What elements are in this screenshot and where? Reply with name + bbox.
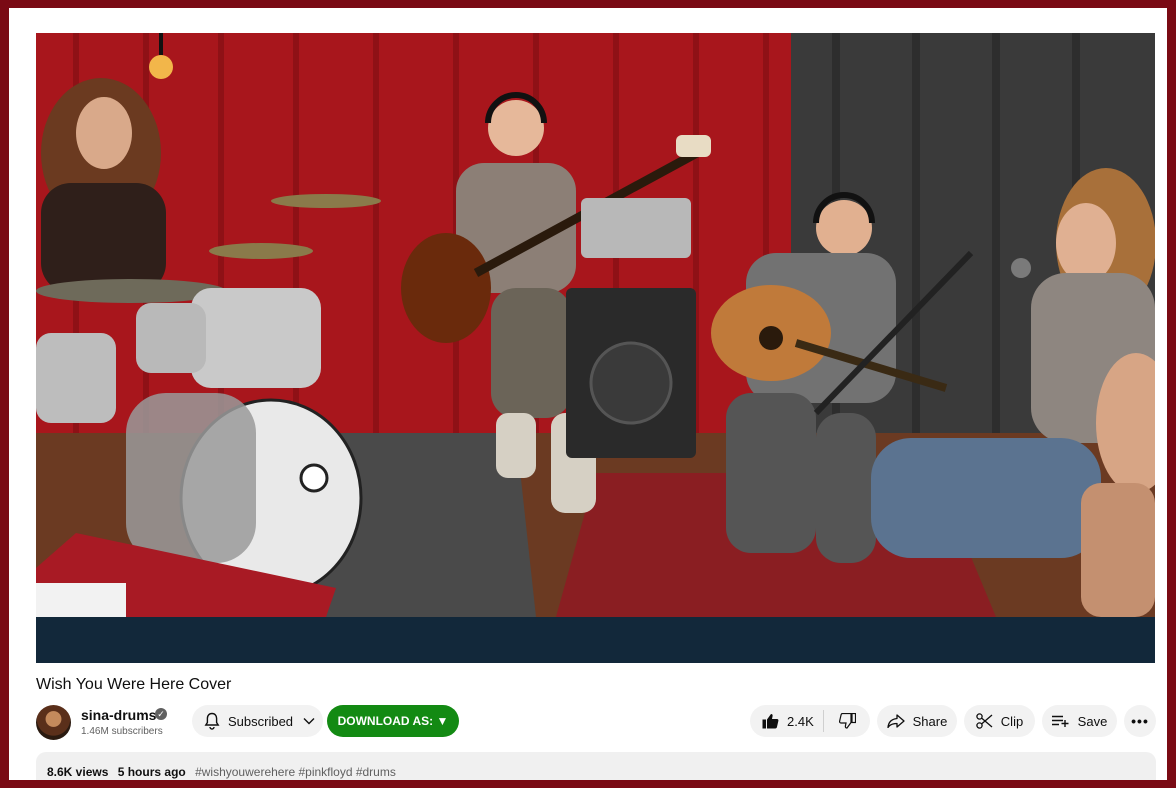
page: Wish You Were Here Cover sina-drums ✓ 1.… xyxy=(9,8,1167,780)
hashtags[interactable]: #wishyouwerehere #pinkfloyd #drums xyxy=(195,765,396,779)
upload-time: 5 hours ago xyxy=(117,765,186,779)
scissors-icon xyxy=(976,713,993,729)
like-button[interactable]: 2.4K xyxy=(750,713,823,729)
thumbs-up-icon xyxy=(762,713,779,729)
video-player[interactable] xyxy=(36,33,1155,663)
like-dislike-bar: 2.4K xyxy=(750,705,870,737)
view-count: 8.6K views xyxy=(47,765,109,779)
channel-avatar[interactable] xyxy=(36,705,71,740)
bell-icon xyxy=(204,712,220,730)
share-label: Share xyxy=(912,713,948,729)
channel-row: sina-drums ✓ 1.46M subscribers Subscribe… xyxy=(36,705,1156,741)
clip-button[interactable]: Clip xyxy=(964,705,1035,737)
playlist-add-icon xyxy=(1051,715,1070,727)
clip-label: Clip xyxy=(1000,713,1024,729)
share-button[interactable]: Share xyxy=(877,705,957,737)
video-bottom-bar xyxy=(36,617,1155,663)
save-button[interactable]: Save xyxy=(1042,705,1117,737)
video-title: Wish You Were Here Cover xyxy=(36,676,232,693)
download-button[interactable]: DOWNLOAD AS: ▼ xyxy=(327,705,459,737)
dislike-button[interactable] xyxy=(824,713,870,729)
subscribed-label: Subscribed xyxy=(228,713,294,729)
description-box[interactable]: 8.6K views 5 hours ago #wishyouwerehere … xyxy=(36,752,1156,780)
subscriber-count: 1.46M subscribers xyxy=(81,726,163,737)
share-icon xyxy=(886,714,905,728)
save-label: Save xyxy=(1077,713,1108,729)
subscribed-button[interactable]: Subscribed xyxy=(192,705,323,737)
like-count: 2.4K xyxy=(787,713,814,729)
channel-name[interactable]: sina-drums xyxy=(81,707,156,723)
thumbs-down-icon xyxy=(838,713,856,729)
verified-icon: ✓ xyxy=(155,708,167,720)
more-icon[interactable]: ••• xyxy=(1124,705,1156,737)
video-frame xyxy=(36,33,1155,617)
chevron-down-icon xyxy=(303,717,315,725)
